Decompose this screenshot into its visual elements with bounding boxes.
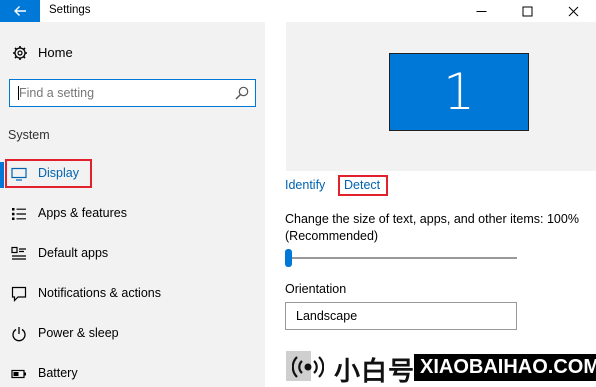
slider-thumb[interactable]: [285, 249, 292, 267]
sidebar-item-label: Power & sleep: [38, 326, 119, 340]
maximize-button[interactable]: [504, 0, 550, 22]
sidebar-item-label: Default apps: [38, 246, 109, 260]
scale-slider[interactable]: [285, 249, 517, 269]
minimize-button[interactable]: [458, 0, 504, 22]
close-icon: [568, 6, 578, 16]
default-apps-icon: [11, 246, 26, 260]
sidebar-item-label: Home: [38, 45, 73, 60]
sidebar-item-home[interactable]: Home: [0, 33, 265, 75]
search-field[interactable]: [9, 79, 256, 107]
text-caret: [18, 86, 19, 100]
active-indicator: [0, 162, 4, 188]
watermark-banner: 小白号 XIAOBAIHAO.COM: [290, 348, 596, 387]
sidebar-item-display[interactable]: Display: [0, 157, 265, 191]
close-button[interactable]: [550, 0, 596, 22]
search-input[interactable]: [10, 80, 228, 105]
sidebar-item-apps-features[interactable]: Apps & features: [0, 197, 265, 231]
orientation-label: Orientation: [285, 282, 347, 296]
section-label-system: System: [8, 128, 50, 142]
apps-list-icon: [12, 208, 26, 220]
sidebar: Home System Display Apps & features: [0, 22, 265, 387]
sidebar-item-default-apps[interactable]: Default apps: [0, 237, 265, 271]
title-bar: Settings: [0, 0, 596, 22]
orientation-dropdown[interactable]: Landscape: [285, 302, 517, 330]
sidebar-item-label: Battery: [38, 366, 78, 380]
slider-track: [285, 257, 517, 259]
monitor-number: 1: [443, 63, 475, 121]
watermark-brand-en: XIAOBAIHAO.COM: [414, 354, 596, 381]
window-title: Settings: [49, 4, 91, 16]
sidebar-item-battery[interactable]: Battery: [0, 357, 265, 387]
orientation-value: Landscape: [296, 309, 358, 323]
maximize-icon: [522, 6, 532, 16]
monitor-tile-1[interactable]: 1: [389, 53, 529, 131]
detect-link[interactable]: Detect: [344, 178, 380, 192]
minimize-icon: [476, 10, 486, 12]
broadcast-icon: [292, 356, 324, 378]
sidebar-item-label: Apps & features: [38, 206, 127, 220]
notification-icon: [11, 286, 27, 302]
power-icon: [12, 327, 26, 342]
search-icon[interactable]: [235, 86, 249, 100]
watermark-brand-cn: 小白号: [334, 357, 416, 387]
back-arrow-icon: [14, 6, 26, 16]
sidebar-item-label: Display: [38, 166, 79, 180]
identify-link[interactable]: Identify: [285, 178, 325, 192]
monitor-icon: [11, 167, 27, 181]
back-button[interactable]: [0, 0, 40, 22]
sidebar-item-notifications[interactable]: Notifications & actions: [0, 277, 265, 311]
scale-label: Change the size of text, apps, and other…: [285, 212, 579, 243]
battery-icon: [11, 369, 26, 379]
gear-icon: [13, 46, 27, 60]
sidebar-item-power-sleep[interactable]: Power & sleep: [0, 317, 265, 351]
sidebar-item-label: Notifications & actions: [38, 286, 161, 300]
